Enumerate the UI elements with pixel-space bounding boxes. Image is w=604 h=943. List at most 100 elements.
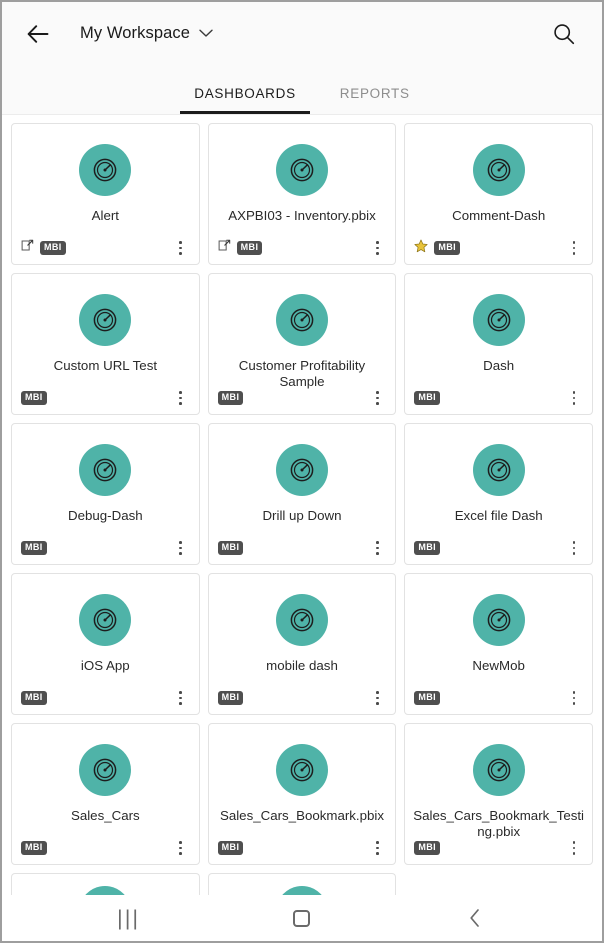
card-badges: MBI [218,691,244,705]
more-vertical-icon[interactable] [368,237,386,259]
dashboard-card-footer: MBI [209,682,396,714]
dashboard-card-title: Custom URL Test [12,358,199,374]
mbi-badge: MBI [414,541,440,555]
dashboard-card[interactable] [11,873,200,895]
tab-dashboards[interactable]: DASHBOARDS [172,86,318,114]
dashboard-card[interactable]: Sales_Cars_Bookmark.pbix MBI [208,723,397,865]
gauge-dashboard-icon [79,744,131,796]
dashboard-card[interactable]: Customer Profitability SampleMBI [208,273,397,415]
more-vertical-icon[interactable] [565,837,583,859]
card-badges: MBI [21,541,47,555]
mbi-badge: MBI [218,391,244,405]
dashboard-card-footer: MBI [209,832,396,864]
more-vertical-icon[interactable] [172,687,190,709]
gauge-dashboard-icon [79,294,131,346]
nav-recents-button[interactable]: ||| [99,898,159,938]
gauge-dashboard-icon [276,886,328,895]
more-vertical-icon[interactable] [565,537,583,559]
more-vertical-icon[interactable] [172,237,190,259]
dashboard-card-footer: MBI [12,532,199,564]
dashboard-card[interactable]: NewMobMBI [404,573,593,715]
gauge-dashboard-icon [79,144,131,196]
gauge-dashboard-icon [79,886,131,895]
card-badges: MBI [218,391,244,405]
dashboard-card-footer: MBI [405,682,592,714]
gauge-dashboard-icon [276,294,328,346]
gauge-dashboard-icon [276,744,328,796]
dashboard-card[interactable]: Alert MBI [11,123,200,265]
card-badges: MBI [218,239,263,257]
mbi-badge: MBI [218,541,244,555]
search-button[interactable] [546,16,582,52]
card-badges: MBI [218,541,244,555]
dashboard-card[interactable] [208,873,397,895]
dashboard-card-title: Sales_Cars [12,808,199,824]
gauge-dashboard-icon [79,444,131,496]
dashboard-grid: AlertMBIAXPBI03 - Inventory.pbixMBIComme… [11,123,593,895]
android-nav-bar: ||| [2,895,602,941]
card-badges: MBI [414,691,440,705]
card-badges: MBI [414,541,440,555]
more-vertical-icon[interactable] [368,537,386,559]
workspace-selector[interactable]: My Workspace [80,24,213,43]
more-vertical-icon[interactable] [368,837,386,859]
search-icon [553,23,575,45]
more-vertical-icon[interactable] [565,387,583,409]
more-vertical-icon[interactable] [565,687,583,709]
more-vertical-icon[interactable] [565,237,583,259]
dashboard-card-title: mobile dash [209,658,396,674]
app-bar: My Workspace [2,2,602,65]
more-vertical-icon[interactable] [368,687,386,709]
recents-icon: ||| [117,908,140,929]
dashboard-card-footer: MBI [12,682,199,714]
mbi-badge: MBI [218,841,244,855]
dashboard-card[interactable]: DashMBI [404,273,593,415]
gauge-dashboard-icon [276,594,328,646]
dashboard-card-footer: MBI [12,832,199,864]
gauge-dashboard-icon [473,744,525,796]
more-vertical-icon[interactable] [172,537,190,559]
card-badges: MBI [218,841,244,855]
mbi-badge: MBI [40,241,66,255]
gauge-dashboard-icon [276,144,328,196]
card-badges: MBI [21,691,47,705]
dashboard-card-footer: MBI [405,832,592,864]
dashboard-card-footer: MBI [209,532,396,564]
more-vertical-icon[interactable] [368,387,386,409]
dashboard-card[interactable]: Custom URL TestMBI [11,273,200,415]
share-icon [218,239,231,257]
gauge-dashboard-icon [276,444,328,496]
dashboard-card-title: Alert [12,208,199,224]
share-icon [21,239,34,257]
card-badges: MBI [414,239,460,258]
dashboard-card-title: Excel file Dash [405,508,592,524]
mbi-badge: MBI [21,691,47,705]
star-icon [414,239,428,258]
dashboard-card-footer: MBI [209,382,396,414]
dashboard-card[interactable]: Sales_Cars_Bookmark_Testing.pbixMBI [404,723,593,865]
back-button[interactable] [20,16,56,52]
dashboard-card[interactable]: Comment-DashMBI [404,123,593,265]
dashboard-card-footer: MBI [12,232,199,264]
dashboard-card-footer: MBI [209,232,396,264]
dashboard-card[interactable]: Drill up DownMBI [208,423,397,565]
nav-home-button[interactable] [272,898,332,938]
dashboard-card[interactable]: iOS AppMBI [11,573,200,715]
more-vertical-icon[interactable] [172,837,190,859]
dashboard-card[interactable]: Excel file Dash MBI [404,423,593,565]
dashboard-card[interactable]: Debug-DashMBI [11,423,200,565]
dashboard-card[interactable]: AXPBI03 - Inventory.pbixMBI [208,123,397,265]
dashboard-card-footer: MBI [405,382,592,414]
dashboards-scroll-area[interactable]: AlertMBIAXPBI03 - Inventory.pbixMBIComme… [2,115,602,895]
tab-reports[interactable]: REPORTS [318,86,432,114]
mbi-badge: MBI [434,241,460,255]
more-vertical-icon[interactable] [172,387,190,409]
mbi-badge: MBI [414,391,440,405]
mbi-badge: MBI [218,691,244,705]
dashboard-card[interactable]: Sales_Cars MBI [11,723,200,865]
nav-back-button[interactable] [445,898,505,938]
dashboard-card[interactable]: mobile dash MBI [208,573,397,715]
card-badges: MBI [414,391,440,405]
arrow-left-icon [27,25,49,43]
dashboard-card-title: Sales_Cars_Bookmark.pbix [209,808,396,824]
